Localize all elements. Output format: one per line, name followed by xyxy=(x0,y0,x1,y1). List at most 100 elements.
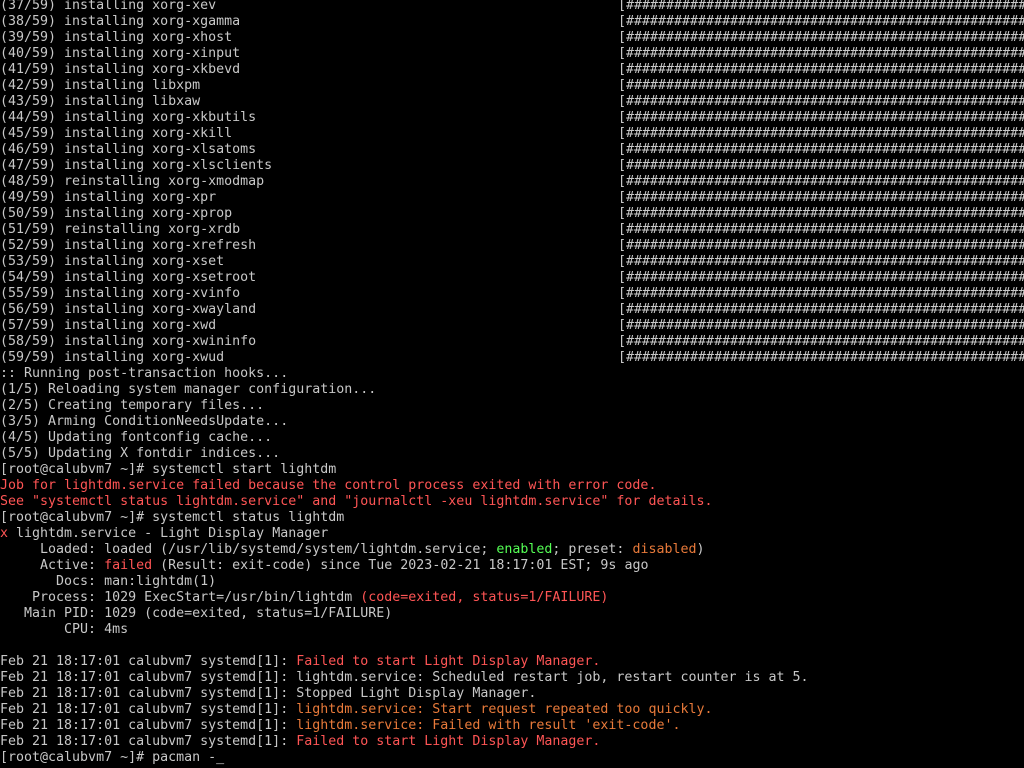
progress-bar: [#######################################… xyxy=(618,302,1024,317)
install-line-text: (48/59) reinstalling xorg-xmodmap xyxy=(0,174,265,189)
journal-prefix: Feb 21 18:17:01 calubvm7 systemd[1]: xyxy=(0,718,297,733)
install-line-text: (52/59) installing xorg-xrefresh xyxy=(0,238,257,253)
loaded-label: Loaded: loaded (/usr/lib/systemd/system/… xyxy=(0,542,497,557)
install-line: (40/59) installing xorg-xinput [#########… xyxy=(0,46,1024,62)
install-line-text: (53/59) installing xorg-xset xyxy=(0,254,225,269)
install-line-text: (51/59) reinstalling xorg-xrdb xyxy=(0,222,241,237)
install-line-text: (57/59) installing xorg-xwd xyxy=(0,318,217,333)
journal-line: Feb 21 18:17:01 calubvm7 systemd[1]: lig… xyxy=(0,718,680,734)
install-line: (54/59) installing xorg-xsetroot [#######… xyxy=(0,270,1024,286)
active-line: Active: failed (Result: exit-code) since… xyxy=(0,558,648,574)
install-line: (46/59) installing xorg-xlsatoms [#######… xyxy=(0,142,1024,158)
journal-prefix: Feb 21 18:17:01 calubvm7 systemd[1]: xyxy=(0,686,297,701)
progress-bar: [#######################################… xyxy=(618,78,1024,93)
progress-bar: [#######################################… xyxy=(618,238,1024,253)
install-line: (59/59) installing xorg-xwud [###########… xyxy=(0,350,1024,366)
journal-message: Failed to start Light Display Manager. xyxy=(296,734,601,749)
process-line: Process: 1029 ExecStart=/usr/bin/lightdm… xyxy=(0,590,608,606)
progress-bar: [#######################################… xyxy=(618,254,1024,269)
install-line-text: (49/59) installing xorg-xpr xyxy=(0,190,217,205)
process-label: Process: 1029 ExecStart=/usr/bin/lightdm xyxy=(0,590,361,605)
install-line-text: (45/59) installing xorg-xkill xyxy=(0,126,233,141)
cursor: _ xyxy=(216,750,225,765)
install-line: (44/59) installing xorg-xkbutils [#######… xyxy=(0,110,1024,126)
journal-prefix: Feb 21 18:17:01 calubvm7 systemd[1]: xyxy=(0,670,297,685)
unit-title: lightdm.service - Light Display Manager xyxy=(8,526,329,541)
error-message: Job for lightdm.service failed because t… xyxy=(0,478,657,493)
progress-bar: [#######################################… xyxy=(618,222,1024,237)
journal-prefix: Feb 21 18:17:01 calubvm7 systemd[1]: xyxy=(0,702,297,717)
install-line: (57/59) installing xorg-xwd [############… xyxy=(0,318,1024,334)
install-line-text: (40/59) installing xorg-xinput xyxy=(0,46,241,61)
journal-line: Feb 21 18:17:01 calubvm7 systemd[1]: Sto… xyxy=(0,686,536,702)
active-detail: (Result: exit-code) since Tue 2023-02-21… xyxy=(152,558,649,573)
unit-title-line: x lightdm.service - Light Display Manage… xyxy=(0,526,328,542)
install-line-text: (38/59) installing xorg-xgamma xyxy=(0,14,241,29)
progress-bar: [#######################################… xyxy=(618,318,1024,333)
install-line: (52/59) installing xorg-xrefresh [#######… xyxy=(0,238,1024,254)
command-line-start: [root@calubvm7 ~]# systemctl start light… xyxy=(0,462,337,477)
install-line-text: (50/59) installing xorg-xprop xyxy=(0,206,233,221)
install-line: (48/59) reinstalling xorg-xmodmap [######… xyxy=(0,174,1024,190)
hook-line: (2/5) Creating temporary files... xyxy=(0,398,265,413)
process-exit-status: (code=exited, status=1/FAILURE) xyxy=(360,590,609,605)
journal-line: Feb 21 18:17:01 calubvm7 systemd[1]: lig… xyxy=(0,670,809,686)
install-line-text: (54/59) installing xorg-xsetroot xyxy=(0,270,257,285)
install-line: (42/59) installing libxpm [##############… xyxy=(0,78,1024,94)
install-line-text: (42/59) installing libxpm xyxy=(0,78,201,93)
install-line-text: (44/59) installing xorg-xkbutils xyxy=(0,110,257,125)
journal-message: lightdm.service: Scheduled restart job, … xyxy=(296,670,809,685)
install-line-text: (55/59) installing xorg-xvinfo xyxy=(0,286,241,301)
progress-bar: [#######################################… xyxy=(618,62,1024,77)
loaded-end: ) xyxy=(696,542,705,557)
command-line-status: [root@calubvm7 ~]# systemctl status ligh… xyxy=(0,510,345,525)
preset-disabled-status: disabled xyxy=(632,542,697,557)
main-pid-line: Main PID: 1029 (code=exited, status=1/FA… xyxy=(0,606,393,621)
hook-line: (5/5) Updating X fontdir indices... xyxy=(0,446,281,461)
loaded-line: Loaded: loaded (/usr/lib/systemd/system/… xyxy=(0,542,705,558)
error-hint: See "systemctl status lightdm.service" a… xyxy=(0,494,713,509)
hook-line: (3/5) Arming ConditionNeedsUpdate... xyxy=(0,414,289,429)
install-line: (55/59) installing xorg-xvinfo [#########… xyxy=(0,286,1024,302)
shell-prompt[interactable]: [root@calubvm7 ~]# pacman -_ xyxy=(0,750,224,766)
terminal-console[interactable]: (37/59) installing xorg-xev [############… xyxy=(0,0,1024,768)
progress-bar: [#######################################… xyxy=(618,110,1024,125)
progress-bar: [#######################################… xyxy=(618,174,1024,189)
hook-line: (1/5) Reloading system manager configura… xyxy=(0,382,377,397)
progress-bar: [#######################################… xyxy=(618,206,1024,221)
failed-bullet-icon: x xyxy=(0,526,9,541)
install-line-text: (37/59) installing xorg-xev xyxy=(0,0,217,13)
progress-bar: [#######################################… xyxy=(618,0,1024,13)
progress-bar: [#######################################… xyxy=(618,334,1024,349)
install-line: (45/59) installing xorg-xkill [##########… xyxy=(0,126,1024,142)
install-line-text: (43/59) installing libxaw xyxy=(0,94,201,109)
progress-bar: [#######################################… xyxy=(618,158,1024,173)
journal-prefix: Feb 21 18:17:01 calubvm7 systemd[1]: xyxy=(0,734,297,749)
install-line-text: (41/59) installing xorg-xkbevd xyxy=(0,62,241,77)
hook-line: (4/5) Updating fontconfig cache... xyxy=(0,430,273,445)
install-line: (49/59) installing xorg-xpr [############… xyxy=(0,190,1024,206)
docs-line: Docs: man:lightdm(1) xyxy=(0,574,217,589)
prompt-input[interactable]: [root@calubvm7 ~]# pacman - xyxy=(0,750,216,765)
hook-line: :: Running post-transaction hooks... xyxy=(0,366,289,381)
install-line: (47/59) installing xorg-xlsclients [#####… xyxy=(0,158,1024,174)
install-line: (56/59) installing xorg-xwayland [#######… xyxy=(0,302,1024,318)
install-line: (43/59) installing libxaw [##############… xyxy=(0,94,1024,110)
journal-message: lightdm.service: Failed with result 'exi… xyxy=(296,718,681,733)
preset-label: ; preset: xyxy=(552,542,633,557)
progress-bar: [#######################################… xyxy=(618,94,1024,109)
journal-message: Failed to start Light Display Manager. xyxy=(296,654,601,669)
install-line: (39/59) installing xorg-xhost [##########… xyxy=(0,30,1024,46)
active-failed-status: failed xyxy=(104,558,153,573)
journal-prefix: Feb 21 18:17:01 calubvm7 systemd[1]: xyxy=(0,654,297,669)
active-label: Active: xyxy=(0,558,105,573)
install-line: (37/59) installing xorg-xev [############… xyxy=(0,0,1024,14)
install-line-text: (56/59) installing xorg-xwayland xyxy=(0,302,257,317)
install-line-text: (46/59) installing xorg-xlsatoms xyxy=(0,142,257,157)
install-line: (41/59) installing xorg-xkbevd [#########… xyxy=(0,62,1024,78)
install-line-text: (39/59) installing xorg-xhost xyxy=(0,30,233,45)
progress-bar: [#######################################… xyxy=(618,350,1024,365)
install-line-text: (58/59) installing xorg-xwininfo xyxy=(0,334,257,349)
progress-bar: [#######################################… xyxy=(618,190,1024,205)
enabled-status: enabled xyxy=(496,542,553,557)
